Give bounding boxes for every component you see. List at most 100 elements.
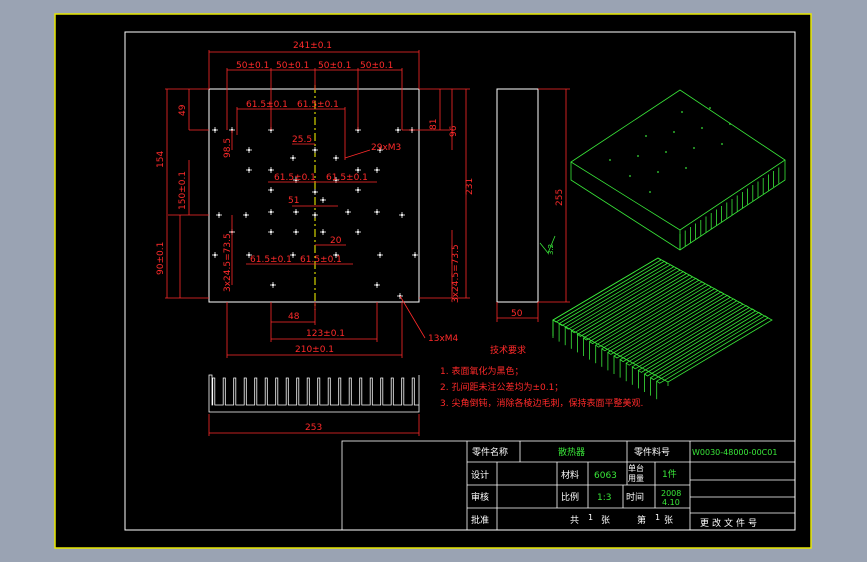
dim-side-width: 50 [511, 309, 523, 319]
approve-label: 批准 [471, 514, 489, 526]
dim-90: 90±0.1 [156, 242, 166, 275]
hole-dot [313, 148, 317, 152]
dim-pitch-1: 50±0.1 [236, 61, 269, 71]
qty-label-1: 单台 [628, 463, 644, 473]
scale: 1:3 [597, 493, 611, 503]
scale-label: 比例 [561, 491, 579, 503]
part-no-label: 零件料号 [634, 446, 670, 458]
sheet-unit-2: 张 [664, 515, 673, 526]
part-name-label: 零件名称 [472, 446, 508, 458]
sheet-unit-1: 张 [601, 515, 610, 526]
hole-dot [294, 210, 298, 214]
dim-81: 81 [429, 119, 439, 130]
sheet-no: 1 [655, 513, 660, 522]
dim-pitch-2: 50±0.1 [276, 61, 309, 71]
iso-hole [673, 131, 675, 133]
dim-98: 98.5 [223, 138, 233, 158]
hole-dot [269, 188, 273, 192]
label-m4-holes: 13xM4 [428, 334, 459, 344]
hole-dot [294, 230, 298, 234]
total-sheets: 1 [588, 513, 593, 522]
material-label: 材料 [561, 469, 579, 481]
dim-49: 49 [178, 104, 188, 116]
iso-hole [685, 167, 687, 169]
iso-hole [657, 171, 659, 173]
review-label: 审核 [471, 491, 489, 503]
iso-hole [693, 147, 695, 149]
label-m3-holes: 29xM3 [371, 143, 401, 153]
drawing-canvas: 241±0.1 50±0.1 50±0.1 50±0.1 50±0.1 61.5… [54, 13, 812, 549]
hole-dot [413, 253, 417, 257]
hole-dot [400, 213, 404, 217]
dim-side-height: 255 [555, 189, 565, 206]
hole-dot [213, 128, 217, 132]
material: 6063 [594, 471, 617, 481]
dim-25: 25.5 [292, 135, 312, 145]
hole-dot [375, 168, 379, 172]
dim-210: 210±0.1 [295, 345, 334, 355]
note-3: 3. 尖角倒钝，消除各棱边毛刺，保持表面平整美观. [440, 397, 643, 409]
hole-dot [356, 188, 360, 192]
dim-51: 51 [288, 196, 299, 206]
iso-hole [709, 107, 711, 109]
dim-61-c: 61.5±0.1 [274, 173, 316, 183]
dim-61-d: 61.5±0.1 [326, 173, 368, 183]
note-1: 1. 表面氧化为黑色； [440, 365, 523, 377]
hole-dot [213, 253, 217, 257]
iso-hole [721, 143, 723, 145]
iso-hole [609, 159, 611, 161]
hole-dot [321, 230, 325, 234]
dim-48: 48 [288, 312, 300, 322]
change-doc-label: 更改文件号 [700, 517, 760, 529]
dim-left-pitch: 3x24.5=73.5 [223, 233, 233, 292]
part-no: W0030-48000-00C01 [692, 448, 777, 457]
sheet-label: 第 [637, 514, 646, 526]
hole-dot [271, 283, 275, 287]
total-label: 共 [570, 515, 579, 526]
qty-label-2: 用量 [628, 474, 644, 483]
hole-dot [321, 198, 325, 202]
time-label: 时间 [626, 491, 644, 503]
dim-61-a: 61.5±0.1 [246, 100, 288, 110]
dim-20: 20 [330, 236, 342, 246]
hole-dot [291, 253, 295, 257]
iso-hole [681, 111, 683, 113]
dim-61-f: 61.5±0.1 [300, 255, 342, 265]
iso-hole [649, 191, 651, 193]
iso-hole [729, 123, 731, 125]
dim-total-width: 241±0.1 [293, 41, 332, 51]
hole-dot [375, 283, 379, 287]
hole-dot [346, 210, 350, 214]
design-label: 设计 [471, 469, 489, 481]
roughness-value: 3.2 [547, 244, 555, 255]
hole-dot [269, 210, 273, 214]
dim-pitch-4: 50±0.1 [360, 61, 393, 71]
iso-hole [629, 175, 631, 177]
dim-61-e: 61.5±0.1 [250, 255, 292, 265]
iso-hole [701, 127, 703, 129]
hole-dot [269, 168, 273, 172]
dim-61-b: 61.5±0.1 [297, 100, 339, 110]
iso-hole [665, 151, 667, 153]
hole-dot [356, 168, 360, 172]
hole-dot [291, 156, 295, 160]
note-2: 2. 孔间距未注公差均为±0.1； [440, 381, 563, 393]
dim-150: 150±0.1 [178, 171, 188, 210]
qty: 1件 [662, 468, 677, 480]
hole-dot [244, 213, 248, 217]
dim-123: 123±0.1 [306, 329, 345, 339]
dim-front-width: 253 [305, 423, 322, 433]
hole-dot [396, 128, 400, 132]
hole-dot [247, 168, 251, 172]
dim-96: 96 [449, 125, 459, 137]
hole-dot [356, 230, 360, 234]
iso-hole [645, 135, 647, 137]
time-year: 2008 [661, 489, 681, 498]
dim-pitch-3: 50±0.1 [318, 61, 351, 71]
dim-231: 231 [465, 178, 475, 195]
dim-154: 154 [156, 151, 166, 168]
hole-dot [269, 230, 273, 234]
hole-dot [375, 210, 379, 214]
hole-dot [378, 253, 382, 257]
hole-dot [313, 213, 317, 217]
